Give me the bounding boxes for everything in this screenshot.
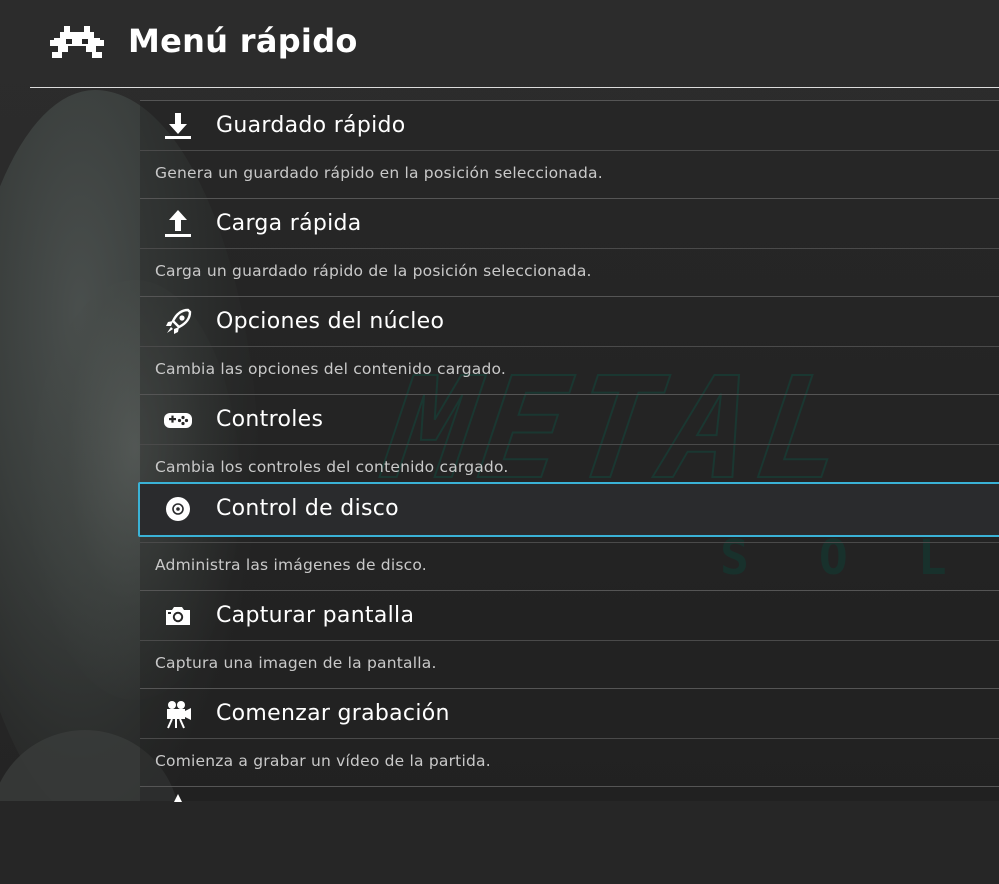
menu-item-guardado-rapido[interactable]: Guardado rápido Genera un guardado rápid… [140, 100, 999, 198]
menu-item-label: Comenzar grabación [216, 701, 450, 726]
menu-item-row[interactable]: Capturar pantalla [140, 591, 999, 640]
page-title: Menú rápido [128, 22, 358, 60]
menu-item-row[interactable]: Guardado rápido [140, 101, 999, 150]
camera-icon [166, 607, 190, 625]
menu-item-description: Cambia los controles del contenido carga… [155, 458, 509, 476]
menu-item-carga-rapida[interactable]: Carga rápida Carga un guardado rápido de… [140, 198, 999, 296]
menu-item-label: Controles [216, 407, 324, 432]
menu-item-row-selected[interactable]: Control de disco [138, 482, 999, 537]
menu-item-row[interactable]: Comenzar grabación [140, 689, 999, 738]
menu-item-description: Comienza a grabar un vídeo de la partida… [155, 752, 491, 770]
next-item-icon [174, 794, 182, 802]
menu-item-label: Control de disco [216, 496, 399, 521]
menu-item-row[interactable]: Controles [140, 395, 999, 444]
download-icon [165, 113, 191, 139]
menu-item-description: Administra las imágenes de disco. [155, 556, 427, 574]
header: Menú rápido [0, 0, 999, 88]
menu-item-label: Guardado rápido [216, 113, 406, 138]
menu-item-capturar-pantalla[interactable]: Capturar pantalla Captura una imagen de … [140, 590, 999, 688]
disc-icon [166, 497, 190, 521]
quick-menu-list: Guardado rápido Genera un guardado rápid… [138, 100, 999, 884]
divider [140, 542, 999, 543]
divider [140, 150, 999, 151]
upload-icon [165, 210, 191, 237]
menu-item-label: Opciones del núcleo [216, 309, 445, 334]
retroarch-invader-icon [50, 26, 104, 58]
rocket-icon [166, 308, 192, 334]
divider [140, 786, 999, 787]
divider [140, 738, 999, 739]
menu-item-description: Carga un guardado rápido de la posición … [155, 262, 592, 280]
menu-item-row[interactable]: Opciones del núcleo [140, 297, 999, 346]
menu-item-label: Capturar pantalla [216, 603, 415, 628]
menu-item-comenzar-grabacion[interactable]: Comenzar grabación Comienza a grabar un … [140, 688, 999, 786]
header-divider [30, 87, 999, 88]
movie-camera-icon [167, 701, 191, 729]
divider [140, 346, 999, 347]
menu-item-row[interactable]: Carga rápida [140, 199, 999, 248]
menu-item-description: Captura una imagen de la pantalla. [155, 654, 437, 672]
menu-item-description: Genera un guardado rápido en la posición… [155, 164, 603, 182]
menu-item-control-de-disco[interactable]: Control de disco Administra las imágenes… [138, 482, 999, 590]
menu-item-opciones-del-nucleo[interactable]: Opciones del núcleo Cambia las opciones … [140, 296, 999, 394]
gamepad-icon [164, 413, 192, 428]
divider [140, 640, 999, 641]
divider [140, 444, 999, 445]
menu-item-description: Cambia las opciones del contenido cargad… [155, 360, 507, 378]
divider [140, 248, 999, 249]
menu-item-label: Carga rápida [216, 211, 362, 236]
menu-item-controles[interactable]: Controles Cambia los controles del conte… [140, 394, 999, 492]
